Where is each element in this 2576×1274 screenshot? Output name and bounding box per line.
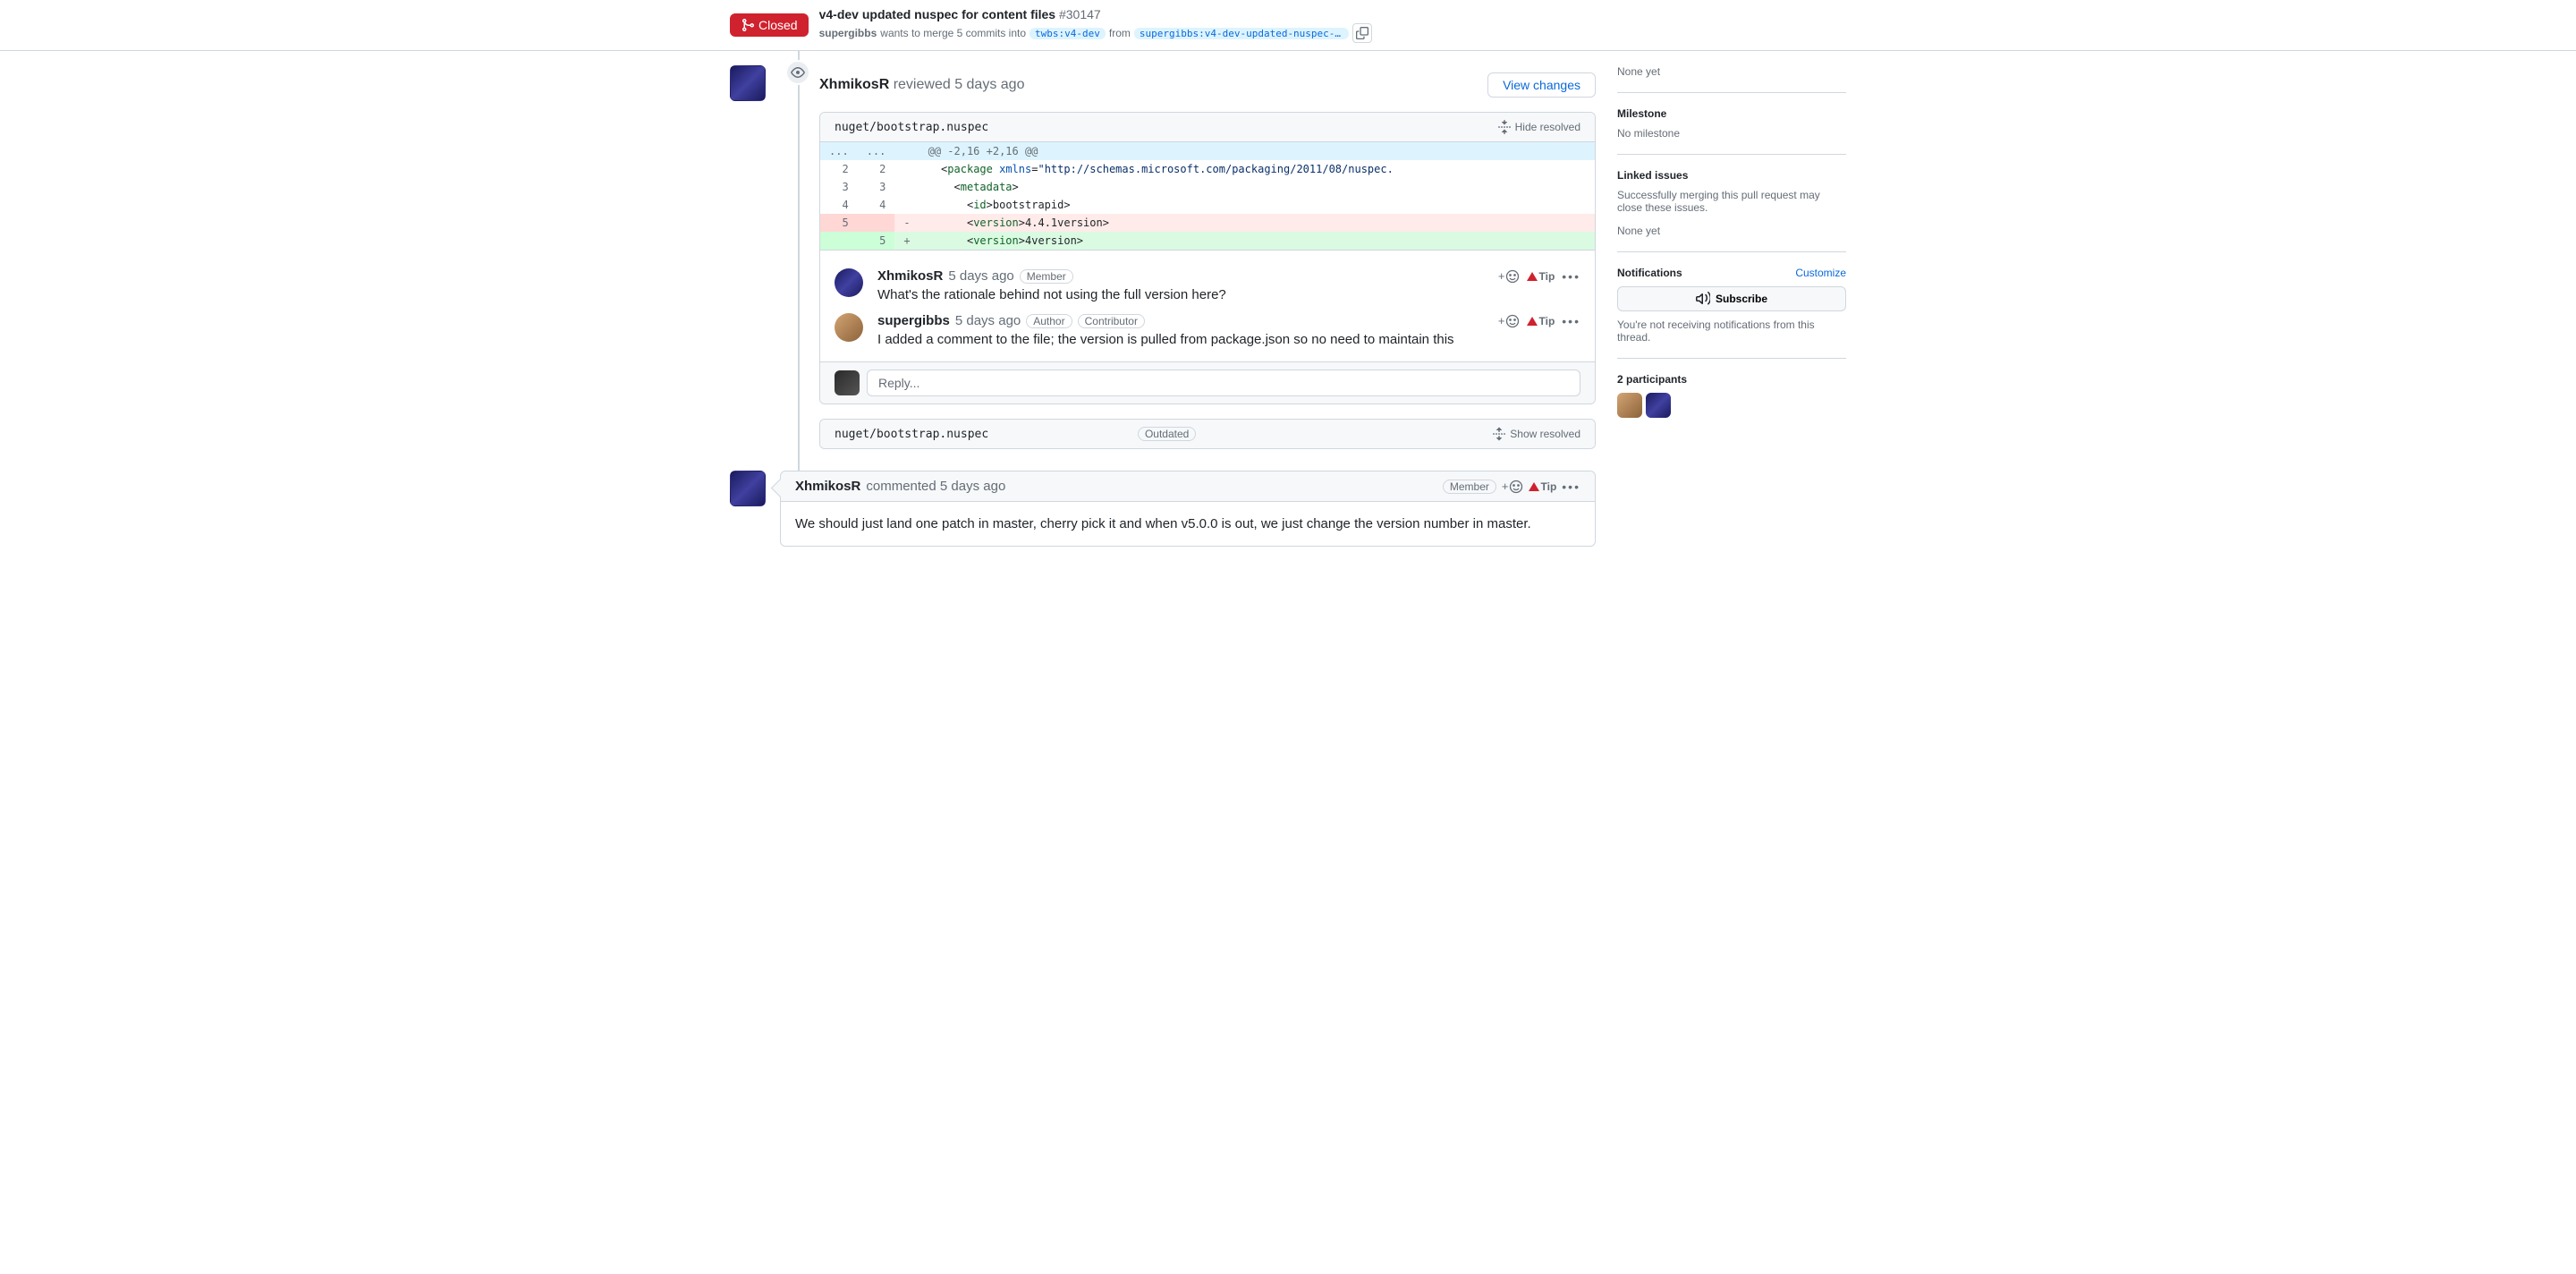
pr-author[interactable]: supergibbs <box>819 27 877 39</box>
triangle-icon <box>1527 272 1538 281</box>
diff-line-context: 22 <package xmlns="http://schemas.micros… <box>820 160 1595 178</box>
add-reaction-button[interactable]: + <box>1498 314 1520 328</box>
smiley-icon <box>1509 480 1523 494</box>
review-author[interactable]: XhmikosR <box>819 77 889 92</box>
comment-author[interactable]: XhmikosR <box>877 268 943 284</box>
tip-button[interactable]: Tip <box>1527 315 1555 327</box>
sidebar: None yet Milestone No milestone Linked i… <box>1617 65 1846 561</box>
add-reaction-button[interactable]: + <box>1498 269 1520 284</box>
sidebar-milestone[interactable]: Milestone No milestone <box>1617 93 1846 155</box>
unmute-icon <box>1696 292 1710 306</box>
sidebar-title: Linked issues <box>1617 169 1846 182</box>
state-label: Closed <box>758 18 798 32</box>
file-path[interactable]: nuget/bootstrap.nuspec <box>835 121 1497 134</box>
eye-icon <box>791 65 805 80</box>
participant-avatar[interactable] <box>1646 393 1671 418</box>
comment-author[interactable]: XhmikosR <box>795 479 860 494</box>
copy-branch-button[interactable] <box>1352 23 1372 43</box>
avatar[interactable] <box>835 268 863 297</box>
review-eye-badge <box>785 60 810 85</box>
comment-body: What's the rationale behind not using th… <box>877 287 1580 302</box>
sidebar-title: Notifications <box>1617 267 1682 279</box>
view-changes-button[interactable]: View changes <box>1487 72 1596 98</box>
hide-resolved-toggle[interactable]: Hide resolved <box>1497 120 1580 134</box>
sidebar-title: Milestone <box>1617 107 1846 120</box>
sidebar-none-yet: None yet <box>1617 65 1846 93</box>
merge-text: wants to merge 5 commits into <box>880 27 1026 39</box>
sidebar-participants: 2 participants <box>1617 359 1846 432</box>
reply-input[interactable]: Reply... <box>867 369 1580 396</box>
compare-branch[interactable]: supergibbs:v4-dev-updated-nuspec-cont… <box>1134 28 1349 39</box>
participant-avatar[interactable] <box>1617 393 1642 418</box>
sidebar-linked-issues[interactable]: Linked issues Successfully merging this … <box>1617 155 1846 252</box>
subscribe-button[interactable]: Subscribe <box>1617 286 1846 311</box>
inline-comment: XhmikosR 5 days ago Member + Tip ••• Wha… <box>835 268 1580 302</box>
comment-author[interactable]: supergibbs <box>877 313 950 328</box>
smiley-icon <box>1505 269 1520 284</box>
pr-title[interactable]: v4-dev updated nuspec for content files <box>819 7 1056 21</box>
base-branch[interactable]: twbs:v4-dev <box>1030 28 1106 39</box>
file-path[interactable]: nuget/bootstrap.nuspec <box>835 428 1131 441</box>
role-badge: Author <box>1026 314 1072 328</box>
comment-time[interactable]: 5 days ago <box>948 268 1013 284</box>
show-resolved-toggle[interactable]: Show resolved <box>1492 427 1580 441</box>
diff-line-deletion: 5- <version>4.4.1version> <box>820 214 1595 232</box>
avatar[interactable] <box>730 65 766 101</box>
review-time[interactable]: 5 days ago <box>954 77 1024 92</box>
state-badge-closed: Closed <box>730 13 809 37</box>
triangle-icon <box>1527 317 1538 326</box>
diff-line-context: 33 <metadata> <box>820 178 1595 196</box>
comment-menu-button[interactable]: ••• <box>1562 480 1580 494</box>
smiley-icon <box>1505 314 1520 328</box>
unfold-icon <box>1497 120 1512 134</box>
comment-time[interactable]: 5 days ago <box>955 313 1021 328</box>
add-reaction-button[interactable]: + <box>1502 480 1523 494</box>
role-badge: Contributor <box>1078 314 1145 328</box>
hunk-header: ...... @@ -2,16 +2,16 @@ <box>820 142 1595 160</box>
comment-menu-button[interactable]: ••• <box>1562 314 1580 328</box>
git-pull-request-icon <box>741 18 755 32</box>
comment-time[interactable]: 5 days ago <box>940 479 1005 494</box>
diff-table: ...... @@ -2,16 +2,16 @@ 22 <package xml… <box>820 142 1595 250</box>
review-file-box: nuget/bootstrap.nuspec Hide resolved ...… <box>819 112 1596 404</box>
timeline-comment: XhmikosR commented 5 days ago Member + T… <box>780 471 1596 547</box>
unfold-icon <box>1492 427 1506 441</box>
review-event: XhmikosR reviewed 5 days ago View change… <box>780 65 1596 449</box>
role-badge: Member <box>1443 480 1496 494</box>
comment-body: We should just land one patch in master,… <box>781 502 1595 546</box>
copy-icon <box>1356 27 1368 39</box>
tip-button[interactable]: Tip <box>1529 480 1557 493</box>
sidebar-notifications: Notifications Customize Subscribe You're… <box>1617 252 1846 359</box>
triangle-icon <box>1529 482 1539 491</box>
comment-body: I added a comment to the file; the versi… <box>877 332 1580 347</box>
diff-line-addition: 5+ <version>4version> <box>820 232 1595 250</box>
from-text: from <box>1109 27 1131 39</box>
avatar[interactable] <box>835 370 860 395</box>
pr-number: #30147 <box>1059 7 1101 21</box>
reply-box: Reply... <box>820 361 1595 403</box>
diff-line-context: 44 <id>bootstrapid> <box>820 196 1595 214</box>
tip-button[interactable]: Tip <box>1527 270 1555 283</box>
outdated-badge: Outdated <box>1138 427 1196 441</box>
inline-comments: XhmikosR 5 days ago Member + Tip ••• Wha… <box>820 250 1595 361</box>
outdated-file-box: nuget/bootstrap.nuspec Outdated Show res… <box>819 419 1596 449</box>
sidebar-title: 2 participants <box>1617 373 1846 386</box>
role-badge: Member <box>1020 269 1073 284</box>
inline-comment: supergibbs 5 days ago Author Contributor… <box>835 313 1580 347</box>
pr-sticky-header: Closed v4-dev updated nuspec for content… <box>0 0 2576 51</box>
avatar[interactable] <box>730 471 766 506</box>
comment-menu-button[interactable]: ••• <box>1562 269 1580 284</box>
customize-link[interactable]: Customize <box>1795 267 1846 279</box>
avatar[interactable] <box>835 313 863 342</box>
